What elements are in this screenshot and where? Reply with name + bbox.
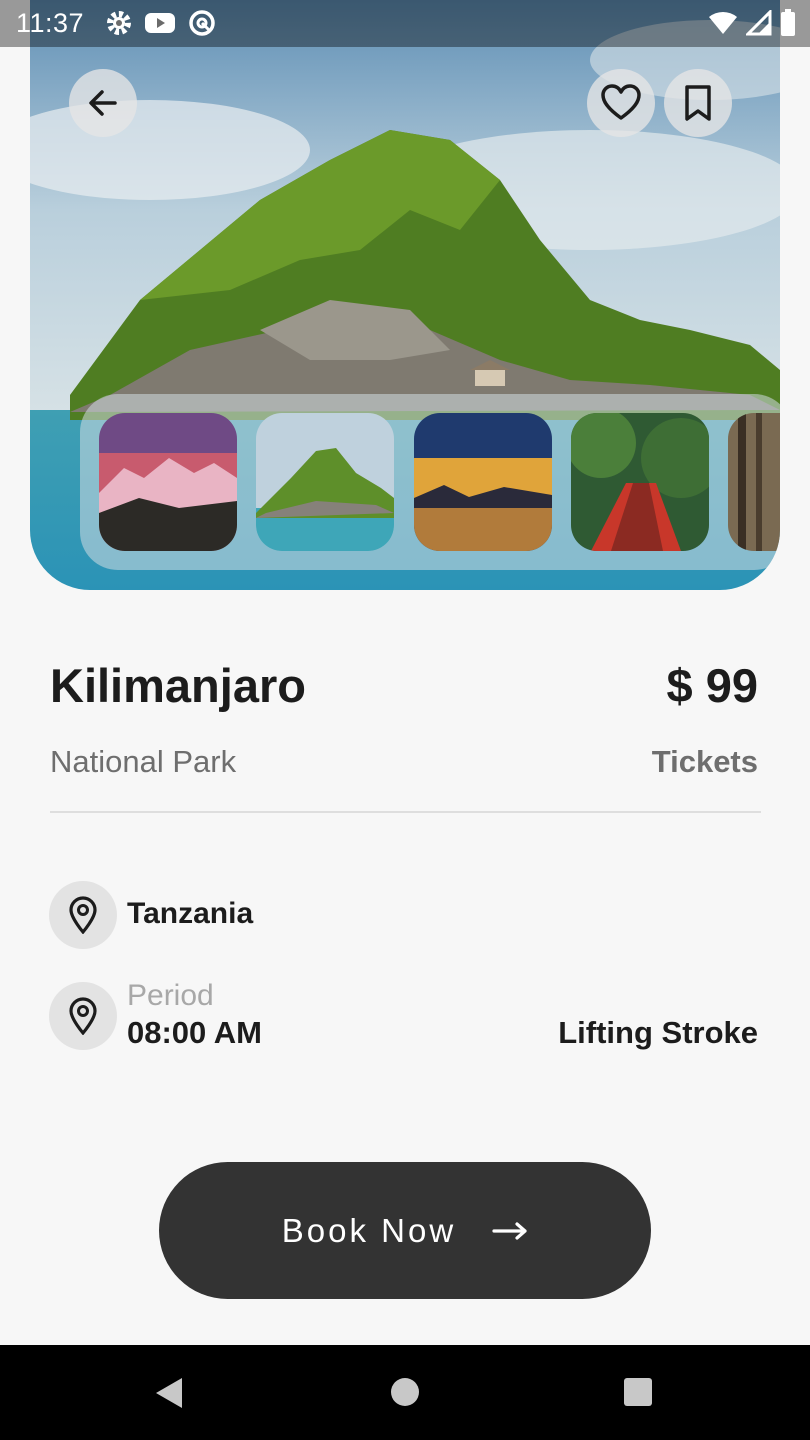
gallery-thumb-green-island[interactable]: [256, 413, 394, 551]
wifi-icon: [708, 10, 738, 41]
recents-nav-icon[interactable]: [622, 1376, 654, 1408]
gallery-strip[interactable]: [80, 394, 780, 570]
location-text: Tanzania: [127, 897, 254, 930]
period-label: Period: [127, 979, 214, 1012]
bookmark-button[interactable]: [664, 69, 732, 137]
arrow-right-icon: [492, 1221, 527, 1240]
gallery-thumb-forest-trees[interactable]: [728, 413, 780, 551]
heart-icon: [601, 84, 641, 120]
signal-icon: [744, 8, 772, 41]
favorite-button[interactable]: [587, 69, 655, 137]
activity-name: Lifting Stroke: [558, 1015, 758, 1050]
status-bar: 11:37: [0, 0, 810, 47]
back-nav-icon[interactable]: [152, 1375, 186, 1411]
book-now-label: Book Now: [281, 1211, 457, 1249]
gallery-thumb-snowy-mountains[interactable]: [99, 413, 237, 551]
divider: [50, 811, 761, 813]
bookmark-icon: [685, 85, 711, 121]
home-nav-icon[interactable]: [389, 1376, 421, 1408]
book-now-button[interactable]: Book Now: [159, 1162, 651, 1299]
back-button[interactable]: [69, 69, 137, 137]
settings-icon: [106, 9, 132, 42]
arrow-left-icon: [89, 90, 117, 116]
place-price: $ 99: [666, 659, 758, 712]
gallery-thumb-forest-bridge[interactable]: [571, 413, 709, 551]
youtube-icon: [144, 9, 176, 42]
period-icon-badge: [49, 982, 117, 1050]
status-time: 11:37: [16, 8, 85, 38]
place-title: Kilimanjaro: [50, 659, 306, 712]
place-category: National Park: [50, 744, 237, 779]
gallery-thumb-sunset-lake[interactable]: [414, 413, 552, 551]
at-sign-icon: [188, 9, 216, 42]
period-time: 08:00 AM: [127, 1015, 262, 1050]
location-pin-icon: [69, 896, 97, 934]
system-nav-bar: [0, 1345, 810, 1440]
price-label: Tickets: [651, 744, 758, 779]
battery-icon: [780, 9, 796, 42]
location-pin-icon: [69, 997, 97, 1035]
location-icon-badge: [49, 881, 117, 949]
